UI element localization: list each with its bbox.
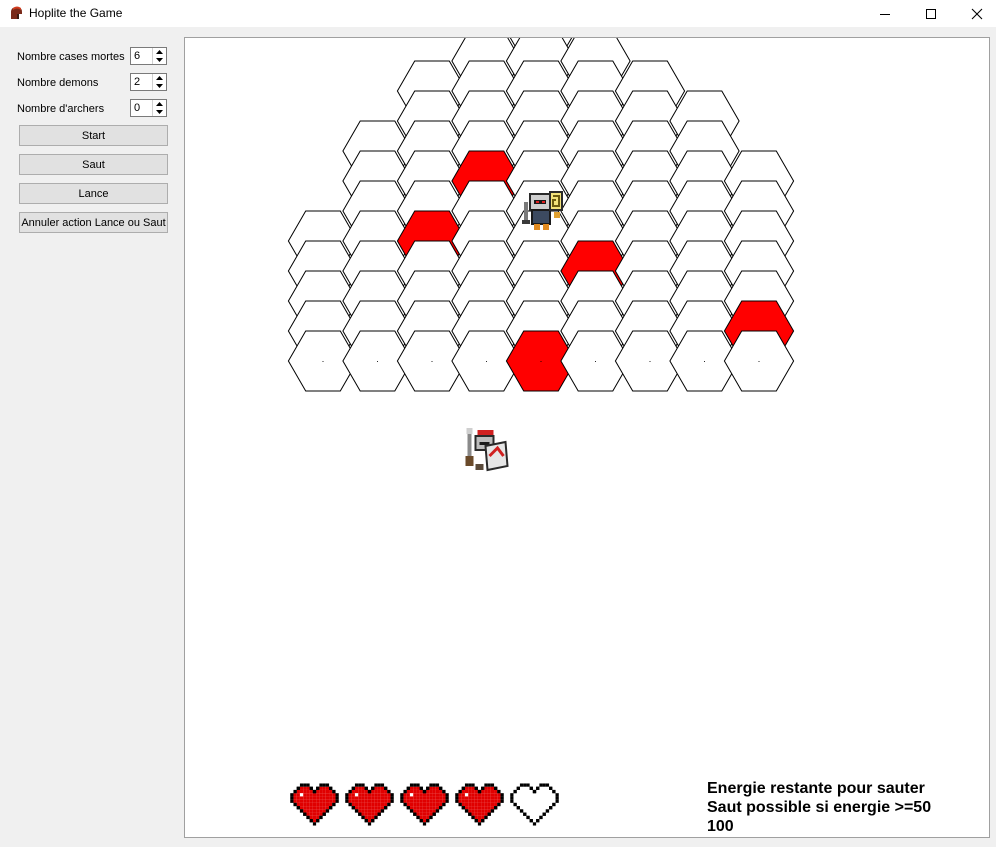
spin-up-arrow-icon[interactable] — [153, 48, 166, 56]
spinbox-cases-mortes[interactable]: 6 — [130, 47, 167, 65]
spin-down-arrow-icon[interactable] — [153, 82, 166, 90]
hoplite-warrior-sprite — [465, 428, 509, 472]
hex-cell-marker: . — [485, 354, 488, 364]
energy-threshold-label: Saut possible si energie >=50 — [707, 799, 932, 816]
hex-cell-marker: . — [322, 354, 325, 364]
spartan-helmet-icon — [11, 6, 22, 19]
saut-button[interactable]: Saut — [19, 154, 168, 175]
spin-down-arrow-icon[interactable] — [153, 56, 166, 64]
spinbox-demons[interactable]: 2 — [130, 73, 167, 91]
title-bar: Hoplite the Game — [0, 0, 996, 27]
maximize-button[interactable] — [908, 0, 954, 27]
spinbox-value: 2 — [134, 76, 141, 88]
label-archers: Nombre d'archers — [17, 103, 105, 115]
window-title: Hoplite the Game — [29, 6, 123, 20]
heart-full-icon — [452, 779, 507, 830]
spinbox-value: 0 — [134, 102, 141, 114]
heart-full-icon — [342, 779, 397, 830]
energy-label: Energie restante pour sauter — [707, 780, 925, 797]
label-demons: Nombre demons — [17, 77, 99, 89]
hex-cell-marker: . — [594, 354, 597, 364]
energy-panel: Energie restante pour sauter Saut possib… — [707, 779, 931, 836]
health-bar — [287, 779, 562, 830]
start-button[interactable]: Start — [19, 125, 168, 146]
hex-cell-marker: . — [703, 354, 706, 364]
label-cases-mortes: Nombre cases mortes — [17, 51, 125, 63]
close-icon — [971, 8, 983, 19]
energy-value: 100 — [707, 818, 734, 835]
hex-cell-marker: . — [540, 354, 543, 364]
spinbox-value: 6 — [134, 50, 141, 62]
hex-cell-marker: . — [376, 354, 379, 364]
maximize-icon — [926, 8, 936, 19]
lance-button[interactable]: Lance — [19, 183, 168, 204]
spin-up-arrow-icon[interactable] — [153, 74, 166, 82]
annuler-button[interactable]: Annuler action Lance ou Saut — [19, 212, 168, 233]
heart-empty-icon — [507, 779, 562, 830]
spin-up-arrow-icon[interactable] — [153, 100, 166, 108]
game-board-panel: ........................................… — [184, 37, 990, 838]
hex-board: ........................................… — [287, 38, 795, 472]
heart-full-icon — [397, 779, 452, 830]
close-button[interactable] — [954, 0, 996, 27]
heart-full-icon — [287, 779, 342, 830]
spinbox-archers[interactable]: 0 — [130, 99, 167, 117]
hex-cell-marker: . — [649, 354, 652, 364]
hex-cell-marker: . — [758, 354, 761, 364]
minimize-button[interactable] — [862, 0, 908, 27]
minimize-icon — [880, 13, 890, 15]
hex-cell-marker: . — [431, 354, 434, 364]
spin-down-arrow-icon[interactable] — [153, 108, 166, 116]
